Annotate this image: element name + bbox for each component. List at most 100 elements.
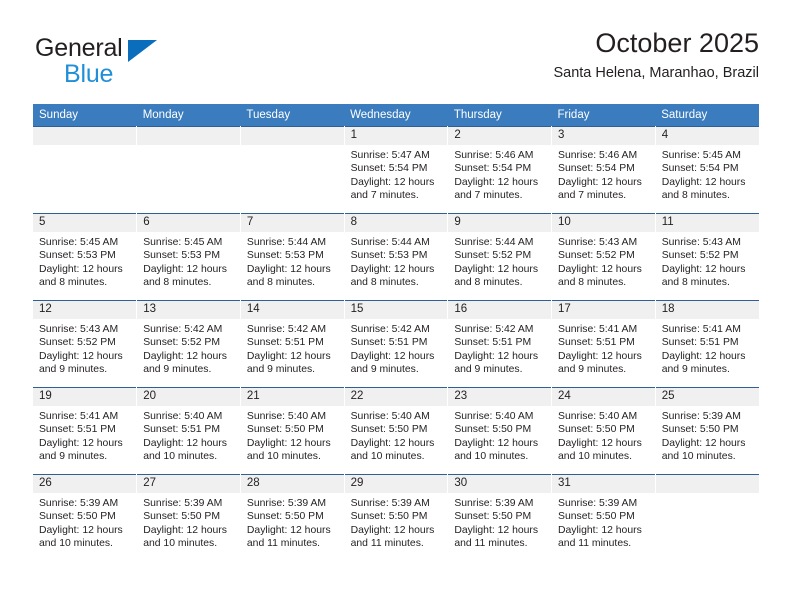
calendar-day-cell[interactable]: 4 Sunrise: 5:45 AM Sunset: 5:54 PM Daylight… [655, 126, 759, 214]
calendar-day-cell[interactable]: 19 Sunrise: 5:41 AM Sunset: 5:51 PM Dayligh… [33, 387, 138, 475]
daylight-text-line1: Daylight: 12 hours [143, 437, 227, 449]
daylight-text-line2: and 8 minutes. [39, 277, 108, 289]
day-number: 12 [33, 301, 137, 319]
sunset-text: Sunset: 5:54 PM [454, 163, 532, 175]
sunrise-text: Sunrise: 5:39 AM [350, 498, 430, 509]
day-details: Sunrise: 5:42 AM Sunset: 5:51 PM Daylight:… [345, 319, 448, 387]
day-number: 25 [655, 388, 759, 406]
daylight-text-line2: and 10 minutes. [39, 538, 113, 550]
daylight-text-line1: Daylight: 12 hours [661, 437, 746, 449]
daylight-text-line1: Daylight: 12 hours [39, 524, 123, 536]
calendar-day-cell[interactable]: 26 Sunrise: 5:39 AM Sunset: 5:50 PM Dayligh… [33, 474, 138, 561]
sunrise-text: Sunrise: 5:47 AM [350, 150, 430, 161]
calendar-week-row: 12 Sunrise: 5:43 AM Sunset: 5:52 PM Dayligh… [33, 300, 759, 388]
daylight-text-line2: and 8 minutes. [143, 277, 212, 289]
weekday-header-wednesday: Wednesday [344, 104, 448, 127]
sunset-text: Sunset: 5:50 PM [454, 424, 532, 436]
day-details: Sunrise: 5:45 AM Sunset: 5:53 PM Daylight:… [137, 232, 240, 300]
calendar-day-cell[interactable]: 29 Sunrise: 5:39 AM Sunset: 5:50 PM Dayligh… [344, 474, 449, 561]
daylight-text-line1: Daylight: 12 hours [143, 350, 227, 362]
daylight-text-line1: Daylight: 12 hours [558, 437, 642, 449]
daylight-text-line2: and 9 minutes. [661, 364, 730, 376]
calendar-day-cell[interactable]: 31 Sunrise: 5:39 AM Sunset: 5:50 PM Dayligh… [551, 474, 656, 561]
calendar-day-cell-empty [33, 126, 138, 214]
daylight-text-line2: and 9 minutes. [558, 364, 627, 376]
day-details: Sunrise: 5:46 AM Sunset: 5:54 PM Daylight:… [448, 145, 551, 213]
calendar-day-cell[interactable]: 10 Sunrise: 5:43 AM Sunset: 5:52 PM Dayligh… [551, 213, 656, 301]
calendar-day-cell[interactable]: 16 Sunrise: 5:42 AM Sunset: 5:51 PM Dayligh… [447, 300, 553, 388]
calendar-day-cell[interactable]: 12 Sunrise: 5:43 AM Sunset: 5:52 PM Dayligh… [33, 300, 138, 388]
daylight-text-line1: Daylight: 12 hours [558, 350, 642, 362]
daylight-text-line2: and 9 minutes. [454, 364, 523, 376]
sunset-text: Sunset: 5:50 PM [246, 424, 324, 436]
calendar-day-cell[interactable]: 13 Sunrise: 5:42 AM Sunset: 5:52 PM Dayligh… [136, 300, 241, 388]
day-number: 10 [552, 214, 655, 232]
daylight-text-line1: Daylight: 12 hours [246, 350, 331, 362]
calendar-day-cell[interactable]: 28 Sunrise: 5:39 AM Sunset: 5:50 PM Dayligh… [240, 474, 345, 561]
day-details: Sunrise: 5:40 AM Sunset: 5:50 PM Daylight:… [241, 406, 344, 474]
daylight-text-line2: and 8 minutes. [246, 277, 316, 289]
calendar-day-cell[interactable]: 23 Sunrise: 5:40 AM Sunset: 5:50 PM Dayligh… [447, 387, 553, 475]
daylight-text-line2: and 11 minutes. [350, 538, 424, 550]
daylight-text-line1: Daylight: 12 hours [350, 437, 435, 449]
sunrise-text: Sunrise: 5:44 AM [350, 237, 430, 248]
day-details: Sunrise: 5:45 AM Sunset: 5:54 PM Daylight:… [656, 145, 759, 213]
sunrise-text: Sunrise: 5:39 AM [558, 498, 638, 509]
sunset-text: Sunset: 5:51 PM [350, 337, 428, 349]
daylight-text-line1: Daylight: 12 hours [661, 350, 746, 362]
calendar-day-cell[interactable]: 18 Sunrise: 5:41 AM Sunset: 5:51 PM Dayligh… [655, 300, 759, 388]
calendar-day-cell[interactable]: 25 Sunrise: 5:39 AM Sunset: 5:50 PM Dayligh… [655, 387, 759, 475]
sunset-text: Sunset: 5:51 PM [246, 337, 324, 349]
logo-triangle-icon [128, 40, 157, 62]
calendar-day-cell[interactable]: 22 Sunrise: 5:40 AM Sunset: 5:50 PM Dayligh… [344, 387, 449, 475]
day-details: Sunrise: 5:39 AM Sunset: 5:50 PM Daylight:… [656, 406, 759, 474]
day-number: 31 [552, 475, 655, 493]
day-number: 30 [448, 475, 552, 493]
calendar-day-cell[interactable]: 27 Sunrise: 5:39 AM Sunset: 5:50 PM Dayligh… [136, 474, 241, 561]
calendar-day-cell[interactable]: 21 Sunrise: 5:40 AM Sunset: 5:50 PM Dayligh… [240, 387, 345, 475]
sunset-text: Sunset: 5:52 PM [454, 250, 532, 262]
daylight-text-line1: Daylight: 12 hours [39, 350, 123, 362]
generalblue-logo[interactable]: General Blue [33, 26, 263, 88]
calendar-day-cell[interactable]: 20 Sunrise: 5:40 AM Sunset: 5:51 PM Dayligh… [136, 387, 241, 475]
calendar-day-cell[interactable]: 30 Sunrise: 5:39 AM Sunset: 5:50 PM Dayligh… [447, 474, 553, 561]
calendar-day-cell[interactable]: 8 Sunrise: 5:44 AM Sunset: 5:53 PM Daylight… [344, 213, 449, 301]
sunrise-text: Sunrise: 5:46 AM [454, 150, 534, 161]
calendar-day-cell[interactable]: 7 Sunrise: 5:44 AM Sunset: 5:53 PM Daylight… [240, 213, 345, 301]
calendar-day-cell[interactable]: 17 Sunrise: 5:41 AM Sunset: 5:51 PM Dayligh… [551, 300, 656, 388]
calendar-body: 1 Sunrise: 5:47 AM Sunset: 5:54 PM Daylight… [33, 126, 759, 561]
daylight-text-line2: and 7 minutes. [558, 190, 627, 202]
day-details: Sunrise: 5:42 AM Sunset: 5:51 PM Daylight:… [448, 319, 551, 387]
weekday-header-thursday: Thursday [447, 104, 552, 127]
calendar-day-cell[interactable]: 9 Sunrise: 5:44 AM Sunset: 5:52 PM Daylight… [447, 213, 553, 301]
calendar-week-row: 1 Sunrise: 5:47 AM Sunset: 5:54 PM Daylight… [33, 126, 759, 214]
calendar-day-cell[interactable]: 1 Sunrise: 5:47 AM Sunset: 5:54 PM Daylight… [344, 126, 449, 214]
day-number: 17 [552, 301, 655, 319]
daylight-text-line1: Daylight: 12 hours [39, 263, 123, 275]
daylight-text-line2: and 8 minutes. [454, 277, 523, 289]
calendar-day-cell[interactable]: 3 Sunrise: 5:46 AM Sunset: 5:54 PM Daylight… [551, 126, 656, 214]
daylight-text-line2: and 11 minutes. [246, 538, 321, 550]
daylight-text-line2: and 8 minutes. [661, 277, 730, 289]
day-details [137, 145, 240, 213]
calendar-day-cell[interactable]: 2 Sunrise: 5:46 AM Sunset: 5:54 PM Daylight… [447, 126, 553, 214]
calendar-day-cell[interactable]: 14 Sunrise: 5:42 AM Sunset: 5:51 PM Dayligh… [240, 300, 345, 388]
calendar-day-cell[interactable]: 5 Sunrise: 5:45 AM Sunset: 5:53 PM Daylight… [33, 213, 138, 301]
sunrise-text: Sunrise: 5:41 AM [39, 411, 119, 422]
day-number: 24 [552, 388, 655, 406]
day-number: 29 [344, 475, 448, 493]
calendar-day-cell[interactable]: 6 Sunrise: 5:45 AM Sunset: 5:53 PM Daylight… [136, 213, 241, 301]
daylight-text-line2: and 10 minutes. [350, 451, 425, 463]
calendar-day-cell[interactable]: 24 Sunrise: 5:40 AM Sunset: 5:50 PM Dayligh… [551, 387, 656, 475]
day-details: Sunrise: 5:43 AM Sunset: 5:52 PM Daylight:… [33, 319, 136, 387]
sunrise-text: Sunrise: 5:39 AM [39, 498, 119, 509]
day-number: 2 [448, 127, 552, 145]
day-number: 23 [448, 388, 552, 406]
calendar-day-cell[interactable]: 11 Sunrise: 5:43 AM Sunset: 5:52 PM Dayligh… [655, 213, 759, 301]
daylight-text-line2: and 9 minutes. [350, 364, 419, 376]
sunset-text: Sunset: 5:54 PM [350, 163, 428, 175]
calendar-day-cell[interactable]: 15 Sunrise: 5:42 AM Sunset: 5:51 PM Dayligh… [344, 300, 449, 388]
day-number: 6 [137, 214, 240, 232]
day-details: Sunrise: 5:44 AM Sunset: 5:52 PM Daylight:… [448, 232, 551, 300]
daylight-text-line1: Daylight: 12 hours [661, 263, 746, 275]
